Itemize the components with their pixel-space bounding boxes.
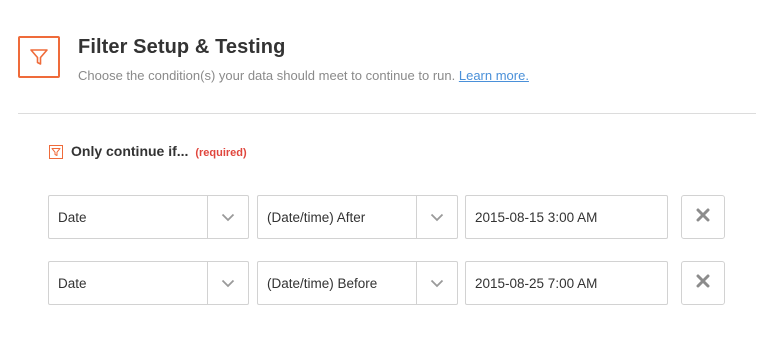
field-select[interactable]: Date <box>48 261 249 305</box>
field-select-value: Date <box>58 209 87 225</box>
operator-select-value: (Date/time) Before <box>267 275 378 291</box>
value-input[interactable]: 2015-08-15 3:00 AM <box>465 195 668 239</box>
section-title: Only continue if... (required) <box>71 143 247 159</box>
required-label: (required) <box>195 147 247 159</box>
filter-funnel-icon <box>18 36 60 78</box>
page-title: Filter Setup & Testing <box>78 36 286 58</box>
operator-select-value: (Date/time) After <box>267 209 366 225</box>
chevron-down-icon[interactable] <box>416 262 457 304</box>
header-divider <box>18 113 756 114</box>
operator-select[interactable]: (Date/time) After <box>257 195 458 239</box>
chevron-down-icon[interactable] <box>207 196 248 238</box>
field-select-value: Date <box>58 275 87 291</box>
remove-condition-button[interactable] <box>681 195 725 239</box>
chevron-down-icon[interactable] <box>207 262 248 304</box>
value-input[interactable]: 2015-08-25 7:00 AM <box>465 261 668 305</box>
remove-condition-button[interactable] <box>681 261 725 305</box>
section-title-text: Only continue if... <box>71 143 189 159</box>
close-x-icon <box>696 208 710 227</box>
page-subtitle: Choose the condition(s) your data should… <box>78 68 529 83</box>
subtitle-text: Choose the condition(s) your data should… <box>78 68 456 83</box>
operator-select[interactable]: (Date/time) Before <box>257 261 458 305</box>
filter-funnel-small-icon <box>49 145 63 159</box>
learn-more-link[interactable]: Learn more. <box>459 68 529 83</box>
field-select[interactable]: Date <box>48 195 249 239</box>
close-x-icon <box>696 274 710 293</box>
chevron-down-icon[interactable] <box>416 196 457 238</box>
